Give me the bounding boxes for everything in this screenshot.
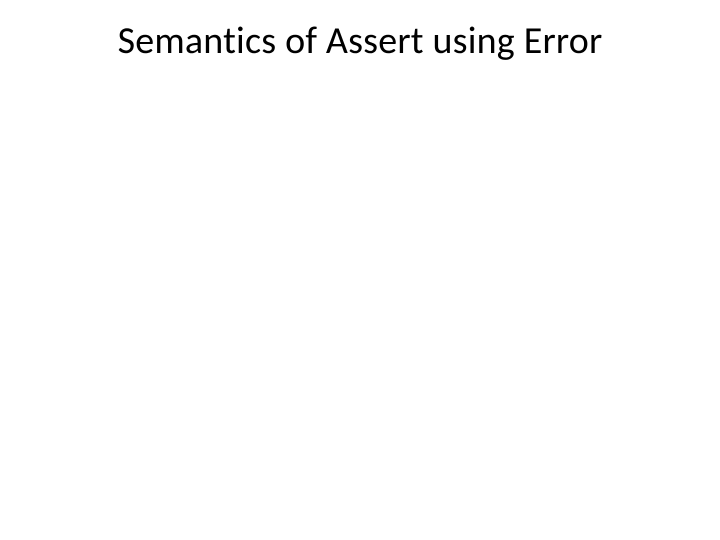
slide: Semantics of Assert using Error bbox=[0, 0, 720, 540]
slide-title: Semantics of Assert using Error bbox=[0, 18, 720, 64]
